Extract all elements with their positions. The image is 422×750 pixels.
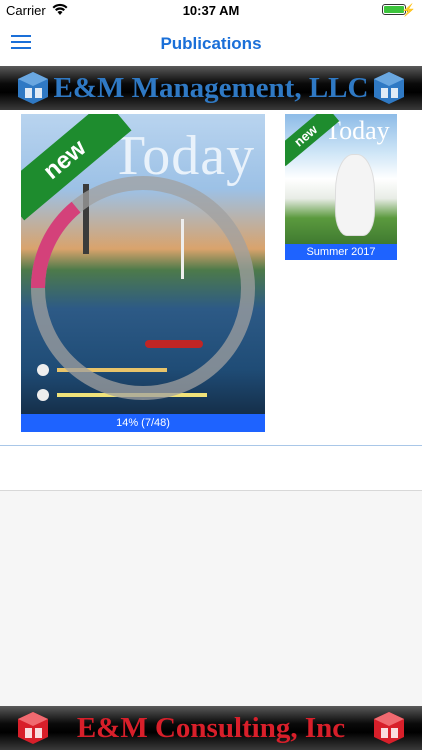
publication-caption: Summer 2017	[285, 244, 397, 260]
cover-figure	[335, 154, 375, 236]
publications-grid: Today new 14% (7/48) Today new Summer 20…	[0, 110, 422, 445]
download-progress-arc	[31, 201, 81, 289]
publication-cover: Today new	[285, 114, 397, 244]
page-title: Publications	[160, 34, 262, 53]
banner-company-name: E&M Consulting, Inc	[76, 712, 346, 744]
company-logo-icon	[374, 72, 404, 104]
publication-cover: Today new	[21, 114, 265, 414]
publication-tile[interactable]: Today new 14% (7/48)	[21, 114, 265, 432]
publication-caption: 14% (7/48)	[21, 414, 265, 432]
banner-company-name: E&M Management, LLC	[53, 72, 369, 104]
empty-row	[0, 446, 422, 490]
header-ad-banner[interactable]: E&M Management, LLC	[0, 66, 422, 110]
publication-tile[interactable]: Today new Summer 2017	[285, 114, 397, 260]
navigation-bar: Publications	[0, 22, 422, 66]
footer-ad-banner[interactable]: E&M Consulting, Inc	[0, 706, 422, 750]
company-logo-icon	[374, 712, 404, 744]
clock: 10:37 AM	[182, 3, 240, 18]
divider	[0, 490, 422, 491]
status-bar: Carrier 10:37 AM ⚡	[0, 0, 422, 22]
charging-icon: ⚡	[401, 3, 416, 17]
